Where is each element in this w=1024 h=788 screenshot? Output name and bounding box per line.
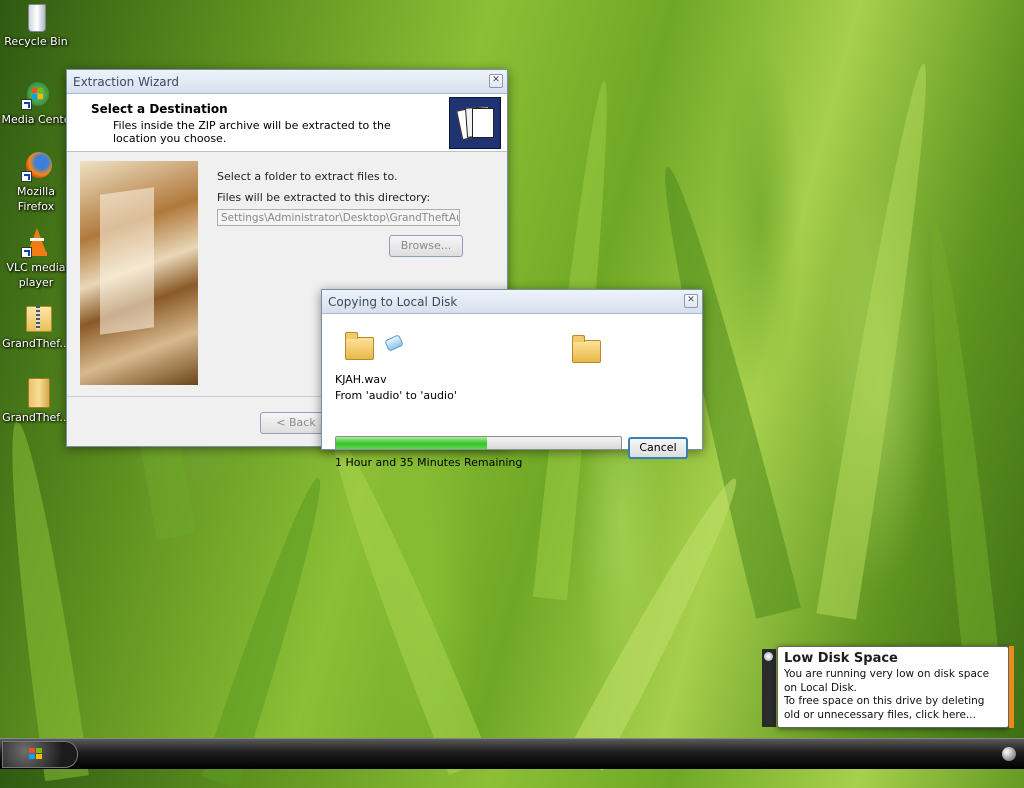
desktop-icon-grandtheft-zip[interactable]: GrandThef... (0, 304, 72, 351)
flying-file-icon (384, 334, 404, 352)
desktop-icon-firefox[interactable]: Mozilla Firefox (0, 152, 72, 214)
copy-close-button[interactable]: ✕ (684, 294, 698, 308)
desktop-icon-recycle-bin[interactable]: Recycle Bin (0, 2, 72, 49)
desktop-icon-label: GrandThef... (2, 411, 70, 424)
start-button[interactable] (2, 741, 78, 768)
disk-warning-icon (764, 652, 773, 661)
folder-icon (19, 378, 53, 408)
wizard-prompt: Select a folder to extract files to. (217, 170, 398, 183)
copy-title: Copying to Local Disk (328, 294, 458, 309)
notification-line2[interactable]: To free space on this drive by deleting … (784, 695, 1002, 722)
copy-progress-dialog: Copying to Local Disk ✕ KJAH.wav From 'a… (321, 289, 703, 469)
desktop-icon-label: GrandThef... (2, 337, 70, 350)
time-remaining: 1 Hour and 35 Minutes Remaining (335, 456, 523, 469)
zip-folder-icon (19, 304, 53, 334)
wizard-header: Select a Destination Files inside the ZI… (67, 94, 507, 152)
copy-from-to: From 'audio' to 'audio' (335, 389, 457, 402)
desktop-icon-media-center[interactable]: Media Cente (0, 80, 72, 127)
notification-line1: You are running very low on disk space o… (784, 668, 990, 694)
source-folder-icon (345, 332, 374, 360)
wizard-subtitle: Files inside the ZIP archive will be ext… (113, 119, 391, 145)
wizard-heading: Select a Destination (91, 102, 228, 116)
vlc-icon (19, 228, 53, 258)
balloon-accent-bar (1009, 646, 1014, 728)
destination-folder-icon (572, 335, 601, 363)
desktop-icon-label: Recycle Bin (4, 35, 68, 48)
copy-titlebar[interactable]: Copying to Local Disk ✕ (322, 290, 702, 314)
cancel-button[interactable]: Cancel (628, 437, 688, 459)
extract-path-field[interactable]: Settings\Administrator\Desktop\GrandThef… (217, 209, 460, 226)
copy-body: KJAH.wav From 'audio' to 'audio' 1 Hour … (322, 314, 702, 469)
browse-button[interactable]: Browse... (389, 235, 463, 257)
copy-progress-fill (336, 437, 488, 449)
desktop-icon-label: Media Cente (1, 113, 71, 126)
desktop-icon-vlc[interactable]: VLC media player (0, 228, 72, 290)
copy-progress-bar (335, 436, 622, 450)
copy-filename: KJAH.wav (335, 373, 387, 386)
windows-logo-icon (29, 748, 43, 761)
wizard-side-image (80, 161, 198, 385)
desktop-icon-label: VLC media player (6, 261, 66, 289)
media-center-icon (19, 80, 53, 110)
recycle-bin-icon (19, 2, 53, 32)
tray-icon[interactable] (1002, 747, 1016, 761)
wizard-title: Extraction Wizard (73, 74, 180, 89)
notification-title: Low Disk Space (784, 651, 898, 666)
folder-files-icon (449, 97, 501, 149)
wizard-dir-label: Files will be extracted to this director… (217, 191, 431, 204)
desktop-icon-label: Mozilla Firefox (17, 185, 55, 213)
wizard-close-button[interactable]: ✕ (489, 74, 503, 88)
firefox-icon (19, 152, 53, 182)
wizard-titlebar[interactable]: Extraction Wizard ✕ (67, 70, 507, 94)
taskbar (0, 738, 1024, 769)
desktop-icon-grandtheft-folder[interactable]: GrandThef... (0, 378, 72, 425)
low-disk-space-notification[interactable]: Low Disk Space You are running very low … (777, 646, 1009, 728)
balloon-tray-strip (762, 649, 776, 727)
